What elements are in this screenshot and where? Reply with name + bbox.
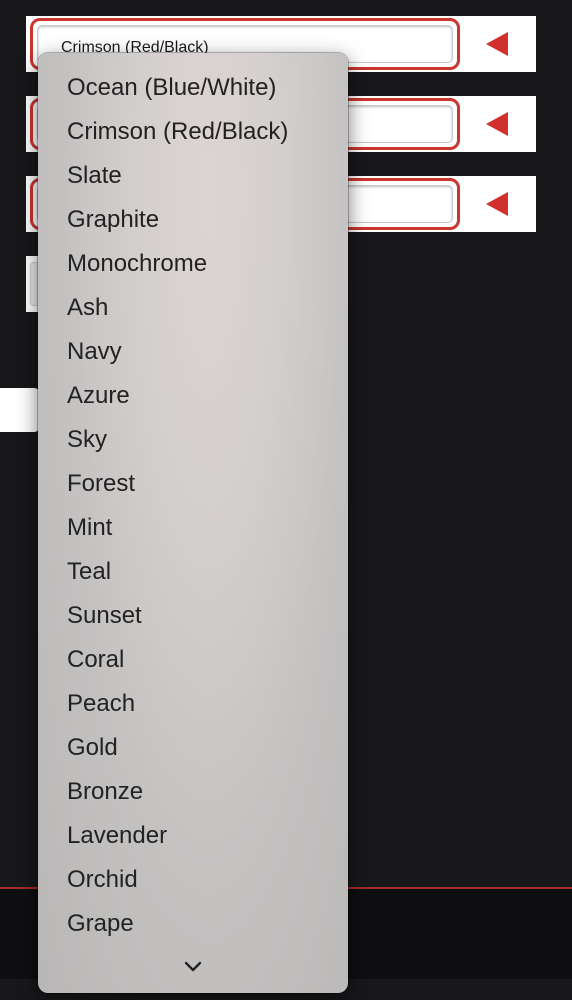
dropdown-option[interactable]: Coral (67, 638, 337, 682)
dropdown-option[interactable]: Bronze (67, 770, 337, 814)
hidden-text-field[interactable] (0, 388, 40, 432)
theme-dropdown-menu[interactable]: Ocean (Blue/White) Crimson (Red/Black) S… (38, 53, 348, 993)
dropdown-option[interactable]: Peach (67, 682, 337, 726)
dropdown-option[interactable]: Lavender (67, 814, 337, 858)
triangle-left-icon[interactable] (486, 32, 508, 56)
dropdown-option[interactable]: Sky (67, 418, 337, 462)
dropdown-option[interactable]: Forest (67, 462, 337, 506)
dropdown-option[interactable]: Sunset (67, 594, 337, 638)
dropdown-option[interactable]: Slate (67, 154, 337, 198)
dropdown-option[interactable]: Teal (67, 550, 337, 594)
chevron-down-icon[interactable] (181, 959, 205, 975)
dropdown-option[interactable]: Monochrome (67, 242, 337, 286)
triangle-left-icon[interactable] (486, 112, 508, 136)
dropdown-option[interactable]: Mint (67, 506, 337, 550)
dropdown-option[interactable]: Ash (67, 286, 337, 330)
dropdown-option[interactable]: Navy (67, 330, 337, 374)
triangle-left-icon[interactable] (486, 192, 508, 216)
dropdown-option[interactable]: Graphite (67, 198, 337, 242)
dropdown-option[interactable]: Grape (67, 902, 337, 946)
dropdown-option[interactable]: Orchid (67, 858, 337, 902)
dropdown-option[interactable]: Azure (67, 374, 337, 418)
dropdown-option[interactable]: Ocean (Blue/White) (67, 66, 337, 110)
dropdown-option[interactable]: Crimson (Red/Black) (67, 110, 337, 154)
dropdown-option[interactable]: Gold (67, 726, 337, 770)
